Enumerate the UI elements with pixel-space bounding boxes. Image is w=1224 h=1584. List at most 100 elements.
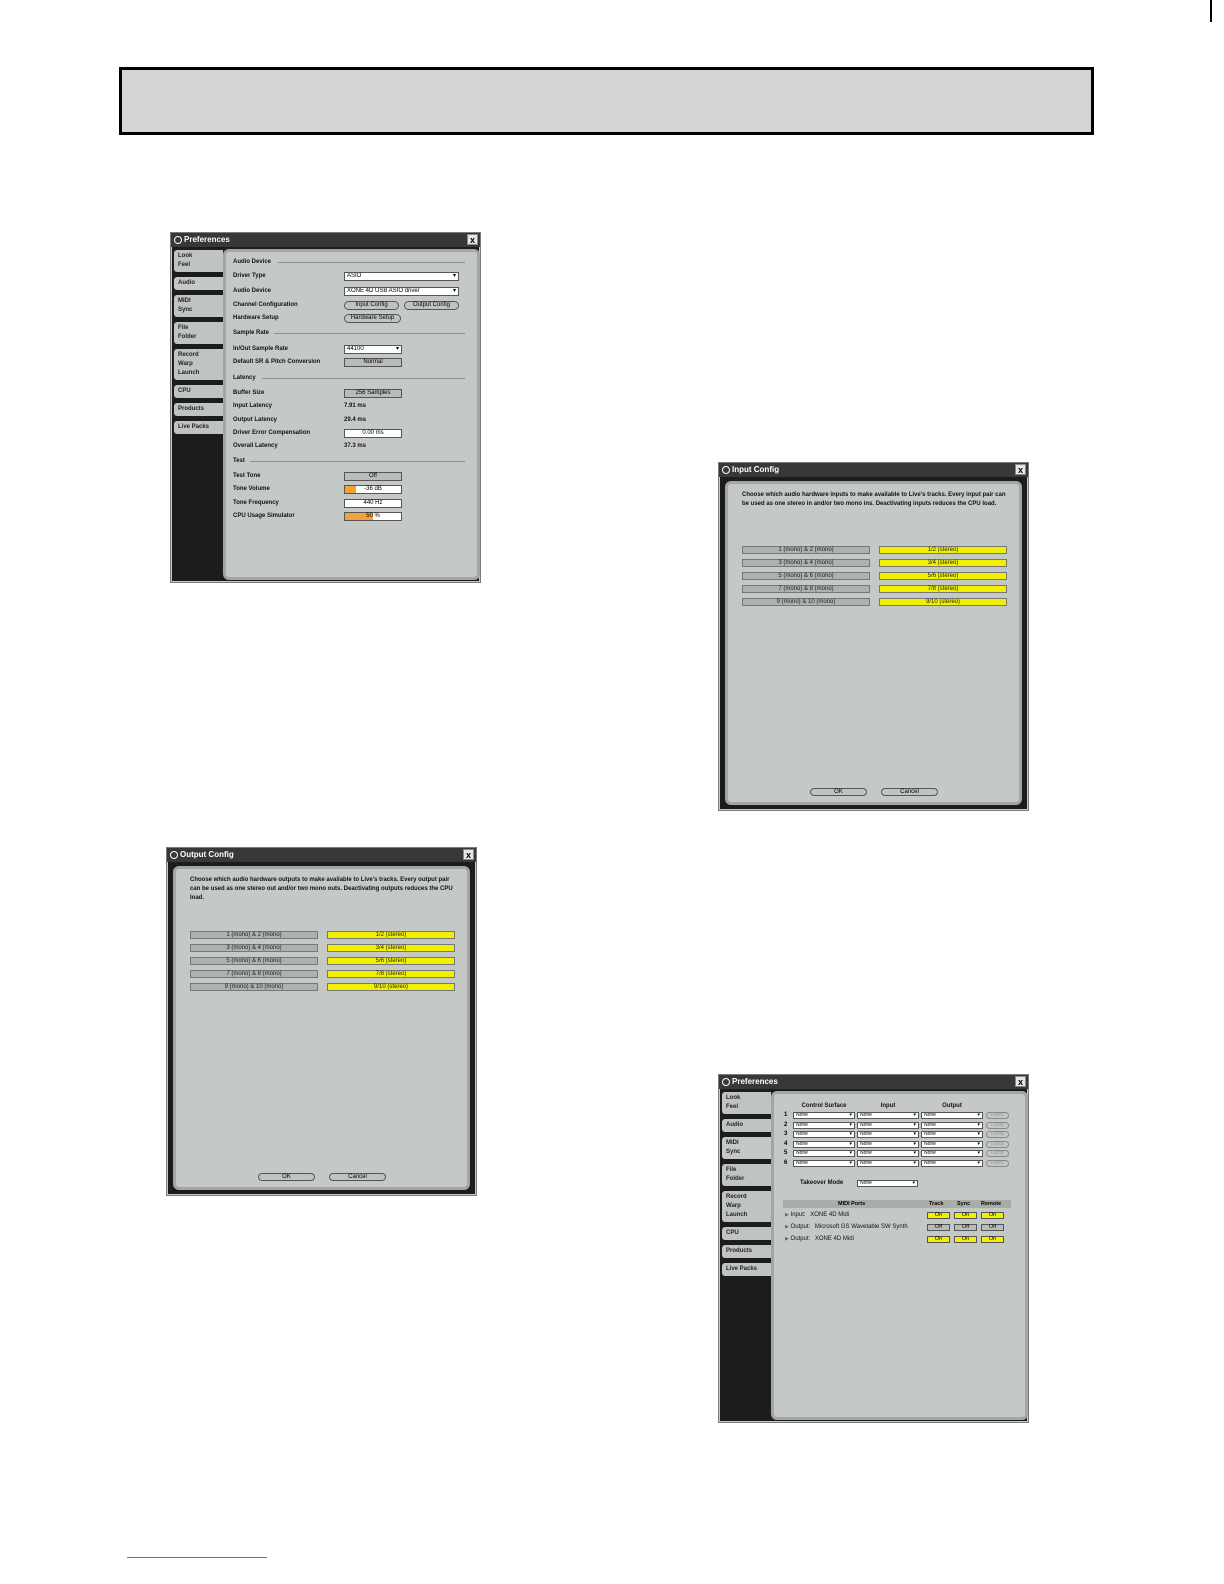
mono-pair-toggle[interactable]: 7 (mono) & 8 (mono) [190,970,318,978]
midi-output-dropdown[interactable]: None [921,1131,983,1138]
close-icon[interactable]: x [1015,464,1026,475]
stereo-pair-toggle[interactable]: 5/6 (stereo) [327,957,455,965]
default-sr-selector[interactable]: Normal [344,358,402,367]
dump-button[interactable]: Dump [986,1150,1009,1157]
dump-button[interactable]: Dump [986,1112,1009,1119]
track-toggle[interactable]: On [927,1212,950,1219]
buffer-size-selector[interactable]: 256 Samples [344,389,402,398]
tab-record[interactable]: Record Warp Launch [174,349,223,380]
control-surface-dropdown[interactable]: None [793,1140,855,1148]
dump-button[interactable]: Dump [986,1159,1009,1167]
audio-device-dropdown[interactable]: XONE 4D USB ASIO driver [344,287,459,296]
dump-button[interactable]: Dump [986,1140,1009,1148]
tone-volume-fill [345,486,357,493]
input-header: Input [880,1103,896,1109]
in-out-sample-rate-dropdown[interactable]: 44100 [344,345,402,354]
mono-pair-toggle[interactable]: 9 (mono) & 10 (mono) [742,598,870,606]
tab-look[interactable]: Look Feel [174,250,223,272]
driver-type-dropdown[interactable]: ASIO [344,272,459,281]
midi-output-dropdown[interactable]: None [921,1121,983,1129]
tab-midi[interactable]: MIDI Sync [722,1137,775,1159]
track-toggle[interactable]: Off [927,1224,950,1231]
mono-pair-toggle[interactable]: 9 (mono) & 10 (mono) [190,983,318,991]
stereo-pair-toggle[interactable]: 3/4 (stereo) [879,559,1007,567]
cancel-button[interactable]: Cancel [329,1173,386,1181]
sync-toggle[interactable]: On [954,1236,977,1243]
track-toggle[interactable]: On [927,1236,950,1243]
tab-audio[interactable]: Audio [174,277,227,290]
remote-toggle[interactable]: On [981,1236,1004,1243]
tab-audio[interactable]: Audio [722,1119,771,1132]
expand-triangle-icon[interactable]: ▶ [785,1236,789,1242]
ok-button[interactable]: OK [258,1173,315,1181]
midi-output-dropdown[interactable]: None [921,1140,983,1148]
stereo-pair-toggle[interactable]: 1/2 (stereo) [327,931,455,939]
mono-pair-toggle[interactable]: 5 (mono) & 6 (mono) [190,957,318,965]
cpu-sim-slider[interactable]: 50 % [344,512,402,521]
stereo-pair-toggle[interactable]: 7/8 (stereo) [879,585,1007,593]
tone-volume-slider[interactable]: -36 dB [344,485,402,494]
sync-toggle[interactable]: Off [954,1224,977,1231]
tab-live-packs[interactable]: Live Packs [722,1263,771,1276]
tone-frequency-field[interactable]: 440 Hz [344,499,402,508]
hardware-setup-button[interactable]: Hardware Setup [344,314,401,323]
driver-error-field[interactable]: 0.00 ms [344,429,402,438]
remote-toggle[interactable]: Off [981,1224,1004,1231]
mono-pair-toggle[interactable]: 1 (mono) & 2 (mono) [742,546,870,554]
midi-ports-header: MIDI Ports Track Sync Remote [783,1200,1011,1208]
stereo-pair-toggle[interactable]: 1/2 (stereo) [879,546,1007,554]
midi-input-dropdown[interactable]: None [857,1159,919,1167]
dump-button[interactable]: Dump [986,1121,1009,1129]
midi-output-dropdown[interactable]: None [921,1150,983,1157]
expand-triangle-icon[interactable]: ▶ [785,1224,789,1230]
close-icon[interactable]: x [467,234,478,245]
expand-triangle-icon[interactable]: ▶ [785,1212,789,1218]
control-surface-dropdown[interactable]: None [793,1159,855,1167]
tab-cpu[interactable]: CPU [174,385,223,398]
tab-live-packs[interactable]: Live Packs [174,421,223,434]
ok-button[interactable]: OK [810,788,867,796]
midi-input-dropdown[interactable]: None [857,1112,919,1119]
mono-pair-toggle[interactable]: 7 (mono) & 8 (mono) [742,585,870,593]
tab-products[interactable]: Products [722,1245,771,1258]
takeover-mode-dropdown[interactable]: None [857,1180,918,1187]
mono-pair-toggle[interactable]: 3 (mono) & 4 (mono) [190,944,318,952]
control-surface-dropdown[interactable]: None [793,1131,855,1138]
stereo-pair-toggle[interactable]: 5/6 (stereo) [879,572,1007,580]
control-surface-dropdown[interactable]: None [793,1121,855,1129]
tab-midi[interactable]: MIDI Sync [174,295,223,317]
tone-frequency-label: Tone Frequency [233,500,279,506]
close-icon[interactable]: x [463,849,474,860]
output-header: Output [942,1103,962,1109]
test-tone-toggle[interactable]: Off [344,472,402,481]
midi-output-dropdown[interactable]: None [921,1112,983,1119]
tab-look[interactable]: Look Feel [722,1092,771,1114]
mono-pair-toggle[interactable]: 1 (mono) & 2 (mono) [190,931,318,939]
footer-rule [127,1557,267,1558]
stereo-pair-toggle[interactable]: 3/4 (stereo) [327,944,455,952]
close-icon[interactable]: x [1015,1076,1026,1087]
sync-toggle[interactable]: On [954,1212,977,1219]
cancel-button[interactable]: Cancel [881,788,938,796]
tab-file[interactable]: File Folder [722,1164,771,1186]
tab-products[interactable]: Products [174,403,223,416]
midi-input-dropdown[interactable]: None [857,1131,919,1138]
stereo-pair-toggle[interactable]: 9/10 (stereo) [879,598,1007,606]
midi-input-dropdown[interactable]: None [857,1150,919,1157]
tab-cpu[interactable]: CPU [722,1227,771,1240]
input-config-button[interactable]: Input Config [344,301,399,310]
stereo-pair-toggle[interactable]: 9/10 (stereo) [327,983,455,991]
midi-input-dropdown[interactable]: None [857,1121,919,1129]
tab-record[interactable]: Record Warp Launch [722,1191,771,1222]
stereo-pair-toggle[interactable]: 7/8 (stereo) [327,970,455,978]
midi-input-dropdown[interactable]: None [857,1140,919,1148]
control-surface-dropdown[interactable]: None [793,1150,855,1157]
mono-pair-toggle[interactable]: 3 (mono) & 4 (mono) [742,559,870,567]
dump-button[interactable]: Dump [986,1131,1009,1138]
tab-file[interactable]: File Folder [174,322,223,344]
mono-pair-toggle[interactable]: 5 (mono) & 6 (mono) [742,572,870,580]
control-surface-dropdown[interactable]: None [793,1112,855,1119]
output-config-button[interactable]: Output Config [404,301,459,310]
remote-toggle[interactable]: On [981,1212,1004,1219]
midi-output-dropdown[interactable]: None [921,1159,983,1167]
